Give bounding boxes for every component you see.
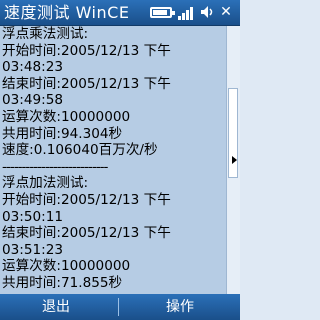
result-line: 运算次数:10000000 bbox=[2, 108, 131, 125]
result-line: 结束时间:2005/12/13 下午 bbox=[2, 75, 171, 92]
result-line: 03:51:23 bbox=[2, 241, 64, 258]
signal-icon bbox=[178, 4, 196, 20]
softkey-divider bbox=[118, 298, 119, 316]
result-line: 开始时间:2005/12/13 下午 bbox=[2, 191, 171, 208]
result-line: 结束时间:2005/12/13 下午 bbox=[2, 225, 171, 242]
exit-softkey[interactable]: 退出 bbox=[0, 294, 112, 320]
result-line: 运算次数:10000000 bbox=[2, 258, 131, 275]
result-line: 浮点乘法测试: bbox=[2, 26, 89, 42]
result-line: 03:49:58 bbox=[2, 92, 64, 109]
window-title: 速度测试 WinCE bbox=[4, 3, 130, 22]
title-bar: 速度测试 WinCE ✕ bbox=[0, 0, 240, 26]
right-arrow-icon bbox=[232, 156, 237, 164]
result-line: 浮点加法测试: bbox=[2, 175, 89, 192]
result-line: 共用时间:71.855秒 bbox=[2, 274, 123, 291]
battery-level bbox=[153, 10, 167, 15]
result-line: 03:48:23 bbox=[2, 59, 64, 76]
result-line: 开始时间:2005/12/13 下午 bbox=[2, 42, 171, 59]
scrollbar-thumb[interactable] bbox=[228, 88, 238, 178]
status-icons: ✕ bbox=[150, 4, 236, 22]
volume-icon[interactable] bbox=[200, 4, 214, 20]
softkey-bar: 退出 操作 bbox=[0, 294, 240, 320]
battery-icon bbox=[150, 7, 175, 18]
results-textbox[interactable]: 浮点乘法测试: 开始时间:2005/12/13 下午 03:48:23 结束时间:20… bbox=[0, 26, 226, 294]
result-line: 03:50:11 bbox=[2, 208, 64, 225]
result-line: 共用时间:94.304秒 bbox=[2, 125, 123, 142]
result-line: 速度:0.106040百万次/秒 bbox=[2, 142, 158, 159]
result-line: --------------------------- bbox=[2, 158, 108, 175]
close-button[interactable]: ✕ bbox=[216, 4, 236, 20]
menu-softkey[interactable]: 操作 bbox=[120, 294, 240, 320]
